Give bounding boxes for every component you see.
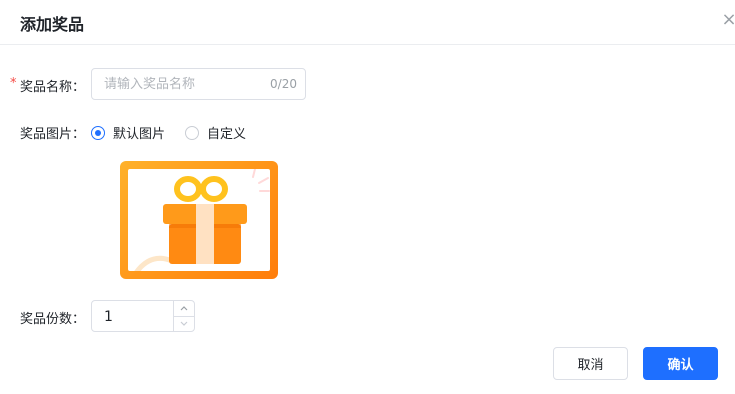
radio-default-image[interactable]: 默认图片	[91, 123, 165, 142]
stepper-controls	[173, 301, 194, 331]
radio-checked-icon[interactable]	[91, 125, 105, 140]
radio-custom-image-label: 自定义	[207, 127, 247, 142]
close-icon[interactable]: ×	[719, 10, 735, 30]
radio-default-image-label: 默认图片	[113, 127, 166, 142]
increment-button[interactable]	[174, 301, 194, 317]
quantity-stepper[interactable]: 1	[91, 300, 195, 332]
confirm-button[interactable]: 确认	[643, 347, 718, 380]
dialog-title: 添加奖品	[20, 15, 85, 34]
prize-name-field[interactable]: 0/20	[91, 68, 306, 100]
prize-image-frame	[128, 169, 270, 271]
radio-unchecked-icon[interactable]	[185, 125, 199, 140]
decrement-button[interactable]	[174, 316, 194, 331]
prize-image-label: 奖品图片：	[20, 127, 86, 142]
chevron-up-icon	[180, 306, 188, 311]
prize-name-input[interactable]	[92, 69, 274, 99]
prize-quantity-label: 奖品份数：	[20, 312, 86, 327]
dialog-header: 添加奖品 ×	[0, 0, 735, 45]
gift-box-icon	[134, 169, 270, 271]
quantity-value[interactable]: 1	[104, 309, 113, 325]
char-counter: 0/20	[270, 77, 297, 91]
radio-custom-image[interactable]: 自定义	[185, 123, 246, 142]
chevron-down-icon	[180, 321, 188, 326]
prize-image-preview	[120, 161, 278, 279]
required-mark: *	[10, 76, 17, 91]
prize-name-label: 奖品名称：	[20, 80, 86, 95]
cancel-button[interactable]: 取消	[553, 347, 628, 380]
